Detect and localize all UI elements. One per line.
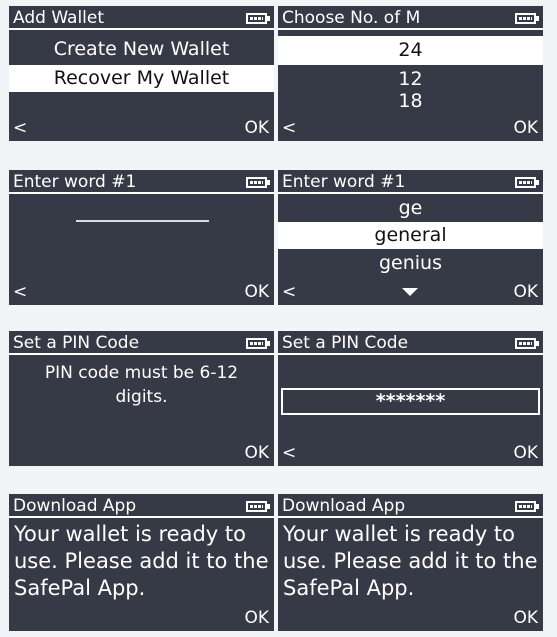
screen-title: Download App <box>282 496 406 516</box>
screen-download-app: Download App Your wallet is ready to use… <box>9 494 274 631</box>
battery-icon <box>246 13 270 24</box>
battery-icon <box>515 177 539 188</box>
title-bar: Choose No. of M <box>278 6 543 30</box>
word-input[interactable] <box>9 196 274 220</box>
screen-add-wallet: Add Wallet Create New Wallet Recover My … <box>9 6 274 141</box>
back-button[interactable]: < <box>282 282 296 302</box>
battery-icon <box>515 13 539 24</box>
title-bar: Add Wallet <box>9 6 274 30</box>
title-bar: Set a PIN Code <box>9 331 274 355</box>
title-bar: Download App <box>278 494 543 518</box>
input-underline <box>76 220 209 222</box>
title-bar: Enter word #1 <box>278 170 543 194</box>
back-button[interactable]: < <box>282 118 296 138</box>
pin-input[interactable]: ******* <box>281 388 540 415</box>
suggestion-general[interactable]: general <box>278 222 543 249</box>
screen-title: Choose No. of M <box>282 8 421 28</box>
screen-title: Download App <box>13 496 137 516</box>
option-18[interactable]: 18 <box>278 90 543 112</box>
screen-enter-word-empty: Enter word #1 < OK <box>9 170 274 305</box>
title-bar: Enter word #1 <box>9 170 274 194</box>
back-button[interactable]: < <box>282 443 296 463</box>
menu-item-recover-my-wallet[interactable]: Recover My Wallet <box>9 65 274 92</box>
screen-download-app-2: Download App Your wallet is ready to use… <box>278 494 543 631</box>
battery-icon <box>515 338 539 349</box>
screen-title: Set a PIN Code <box>282 333 409 353</box>
screen-title: Add Wallet <box>13 8 105 28</box>
ok-button[interactable]: OK <box>244 443 269 463</box>
ready-message: Your wallet is ready to use. Please add … <box>14 522 269 600</box>
ok-button[interactable]: OK <box>513 282 538 302</box>
ok-button[interactable]: OK <box>513 608 538 628</box>
title-bar: Set a PIN Code <box>278 331 543 355</box>
back-button[interactable]: < <box>13 282 27 302</box>
option-12[interactable]: 12 <box>278 68 543 90</box>
battery-icon <box>246 501 270 512</box>
pin-hint-message: PIN code must be 6-12 digits. <box>44 363 239 407</box>
menu-item-create-new-wallet[interactable]: Create New Wallet <box>9 36 274 62</box>
suggestion-ge[interactable]: ge <box>278 196 543 220</box>
ok-button[interactable]: OK <box>513 443 538 463</box>
triangle-down-icon <box>402 288 418 296</box>
screen-title: Enter word #1 <box>282 172 406 192</box>
option-24[interactable]: 24 <box>278 36 543 65</box>
ok-button[interactable]: OK <box>244 118 269 138</box>
screen-enter-word-suggestions: Enter word #1 ge general genius < OK <box>278 170 543 305</box>
screen-set-pin-info: Set a PIN Code PIN code must be 6-12 dig… <box>9 331 274 466</box>
ok-button[interactable]: OK <box>244 608 269 628</box>
ok-button[interactable]: OK <box>244 282 269 302</box>
ok-button[interactable]: OK <box>513 118 538 138</box>
screen-title: Set a PIN Code <box>13 333 140 353</box>
ready-message: Your wallet is ready to use. Please add … <box>283 522 538 600</box>
title-bar: Download App <box>9 494 274 518</box>
battery-icon <box>246 338 270 349</box>
battery-icon <box>515 501 539 512</box>
screen-choose-mnemonic-count: Choose No. of M 24 12 18 < OK <box>278 6 543 141</box>
screen-set-pin-entry: Set a PIN Code ******* < OK <box>278 331 543 466</box>
suggestion-genius[interactable]: genius <box>278 251 543 275</box>
battery-icon <box>246 177 270 188</box>
back-button[interactable]: < <box>13 118 27 138</box>
screen-title: Enter word #1 <box>13 172 137 192</box>
